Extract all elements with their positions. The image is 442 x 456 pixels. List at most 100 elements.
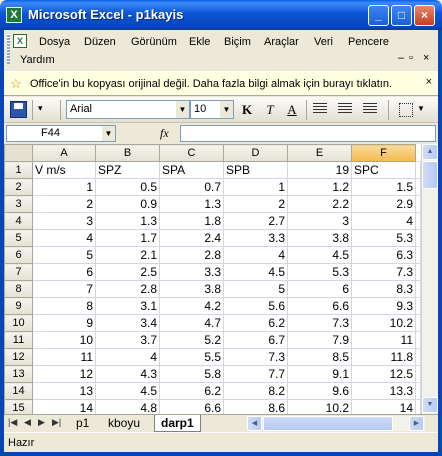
cell-a14[interactable]: 13 (32, 382, 96, 400)
cell-c1[interactable]: SPA (159, 161, 224, 179)
cell-c7[interactable]: 3.3 (159, 263, 224, 281)
minimize-button[interactable]: _ (368, 5, 389, 26)
chevron-down-icon[interactable]: ▼ (417, 104, 425, 113)
cell-b12[interactable]: 4 (95, 348, 160, 366)
cell-c15[interactable]: 6.6 (159, 399, 224, 414)
cell-f13[interactable]: 12.5 (351, 365, 416, 383)
cell-f15[interactable]: 14 (351, 399, 416, 414)
cell-f4[interactable]: 4 (351, 212, 416, 230)
cell-g7[interactable] (415, 263, 421, 281)
menu-dosya[interactable]: Dosya (39, 36, 70, 48)
cell-d8[interactable]: 5 (223, 280, 288, 298)
cell-c2[interactable]: 0.7 (159, 178, 224, 196)
sheet-tab-darp1[interactable]: darp1 (154, 415, 201, 432)
maximize-button[interactable]: □ (391, 5, 412, 26)
scroll-down-icon[interactable]: ▼ (422, 397, 438, 413)
cell-b4[interactable]: 1.3 (95, 212, 160, 230)
cell-f12[interactable]: 11.8 (351, 348, 416, 366)
cell-a9[interactable]: 8 (32, 297, 96, 315)
sheet-tab-kboyu[interactable]: kboyu (102, 415, 146, 432)
cell-b9[interactable]: 3.1 (95, 297, 160, 315)
cell-g12[interactable] (415, 348, 421, 366)
font-name-select[interactable]: Arial ▼ (66, 100, 190, 119)
chevron-down-icon[interactable]: ▼ (102, 126, 115, 141)
cell-c8[interactable]: 3.8 (159, 280, 224, 298)
cell-a2[interactable]: 1 (32, 178, 96, 196)
cell-b13[interactable]: 4.3 (95, 365, 160, 383)
insert-function-icon[interactable]: fx (160, 126, 169, 141)
cell-a7[interactable]: 6 (32, 263, 96, 281)
cell-c9[interactable]: 4.2 (159, 297, 224, 315)
notification-close-button[interactable]: × (426, 76, 432, 88)
menu-yardim[interactable]: Yardım (20, 54, 55, 66)
row-header[interactable]: 14 (4, 382, 33, 400)
cell-d7[interactable]: 4.5 (223, 263, 288, 281)
cell-b1[interactable]: SPZ (95, 161, 160, 179)
cell-a4[interactable]: 3 (32, 212, 96, 230)
close-button[interactable]: × (414, 5, 435, 26)
cell-f11[interactable]: 11 (351, 331, 416, 349)
cell-b7[interactable]: 2.5 (95, 263, 160, 281)
column-header-a[interactable]: A (32, 144, 96, 162)
genuine-notification-bar[interactable]: ☆ Office'in bu kopyası orijinal değil. D… (4, 71, 438, 96)
italic-button[interactable]: T (260, 100, 280, 120)
cell-b15[interactable]: 4.8 (95, 399, 160, 414)
cell-g11[interactable] (415, 331, 421, 349)
sheet-tab-p1[interactable]: p1 (70, 415, 95, 432)
align-center-icon[interactable] (338, 103, 352, 115)
cell-b10[interactable]: 3.4 (95, 314, 160, 332)
scroll-right-icon[interactable]: ▶ (409, 416, 424, 431)
cell-e13[interactable]: 9.1 (287, 365, 352, 383)
formula-input[interactable] (180, 125, 436, 142)
cell-e1[interactable]: 19 (287, 161, 352, 179)
row-header[interactable]: 10 (4, 314, 33, 332)
cell-d4[interactable]: 2.7 (223, 212, 288, 230)
cell-e6[interactable]: 4.5 (287, 246, 352, 264)
vertical-scrollbar[interactable]: ▲ ▼ (421, 144, 438, 414)
cell-a6[interactable]: 5 (32, 246, 96, 264)
menu-araclar[interactable]: Araçlar (264, 36, 299, 48)
chevron-down-icon[interactable]: ▼ (220, 101, 233, 118)
column-header-b[interactable]: B (95, 144, 160, 162)
row-header[interactable]: 3 (4, 195, 33, 213)
column-header-d[interactable]: D (223, 144, 288, 162)
cell-d9[interactable]: 5.6 (223, 297, 288, 315)
cell-f6[interactable]: 6.3 (351, 246, 416, 264)
save-icon[interactable] (10, 101, 27, 118)
borders-icon[interactable] (399, 103, 413, 117)
cell-e14[interactable]: 9.6 (287, 382, 352, 400)
row-header[interactable]: 5 (4, 229, 33, 247)
cell-d13[interactable]: 7.7 (223, 365, 288, 383)
select-all-corner[interactable] (4, 144, 33, 162)
cell-c5[interactable]: 2.4 (159, 229, 224, 247)
toolbar-grip[interactable] (7, 34, 10, 64)
workbook-icon[interactable]: X (13, 34, 27, 48)
cell-g3[interactable] (415, 195, 421, 213)
cell-b3[interactable]: 0.9 (95, 195, 160, 213)
horizontal-scrollbar[interactable]: ◀ ▶ (247, 416, 425, 431)
cell-e5[interactable]: 3.8 (287, 229, 352, 247)
cell-d14[interactable]: 8.2 (223, 382, 288, 400)
cell-c6[interactable]: 2.8 (159, 246, 224, 264)
font-size-select[interactable]: 10 ▼ (190, 100, 234, 119)
cell-d12[interactable]: 7.3 (223, 348, 288, 366)
worksheet-grid[interactable]: A B C D E F 1V m/s SPZ SPA SPB 19 SPC 2 1 0.5 0.7… (4, 144, 438, 414)
cell-c14[interactable]: 6.2 (159, 382, 224, 400)
row-header[interactable]: 8 (4, 280, 33, 298)
cell-g5[interactable] (415, 229, 421, 247)
next-sheet-icon[interactable]: ▶ (38, 417, 45, 428)
cell-b5[interactable]: 1.7 (95, 229, 160, 247)
cell-e9[interactable]: 6.6 (287, 297, 352, 315)
cell-table[interactable]: A B C D E F 1V m/s SPZ SPA SPB 19 SPC 2 1 0.5 0.7… (4, 144, 421, 414)
cell-d6[interactable]: 4 (223, 246, 288, 264)
cell-d1[interactable]: SPB (223, 161, 288, 179)
notification-text[interactable]: Office'in bu kopyası orijinal değil. Dah… (30, 78, 392, 90)
excel-icon[interactable]: X (6, 7, 22, 23)
underline-button[interactable]: A (282, 100, 302, 120)
cell-f1[interactable]: SPC (351, 161, 416, 179)
row-header[interactable]: 11 (4, 331, 33, 349)
cell-d3[interactable]: 2 (223, 195, 288, 213)
cell-c10[interactable]: 4.7 (159, 314, 224, 332)
menu-duzen[interactable]: Düzen (84, 36, 116, 48)
cell-g13[interactable] (415, 365, 421, 383)
